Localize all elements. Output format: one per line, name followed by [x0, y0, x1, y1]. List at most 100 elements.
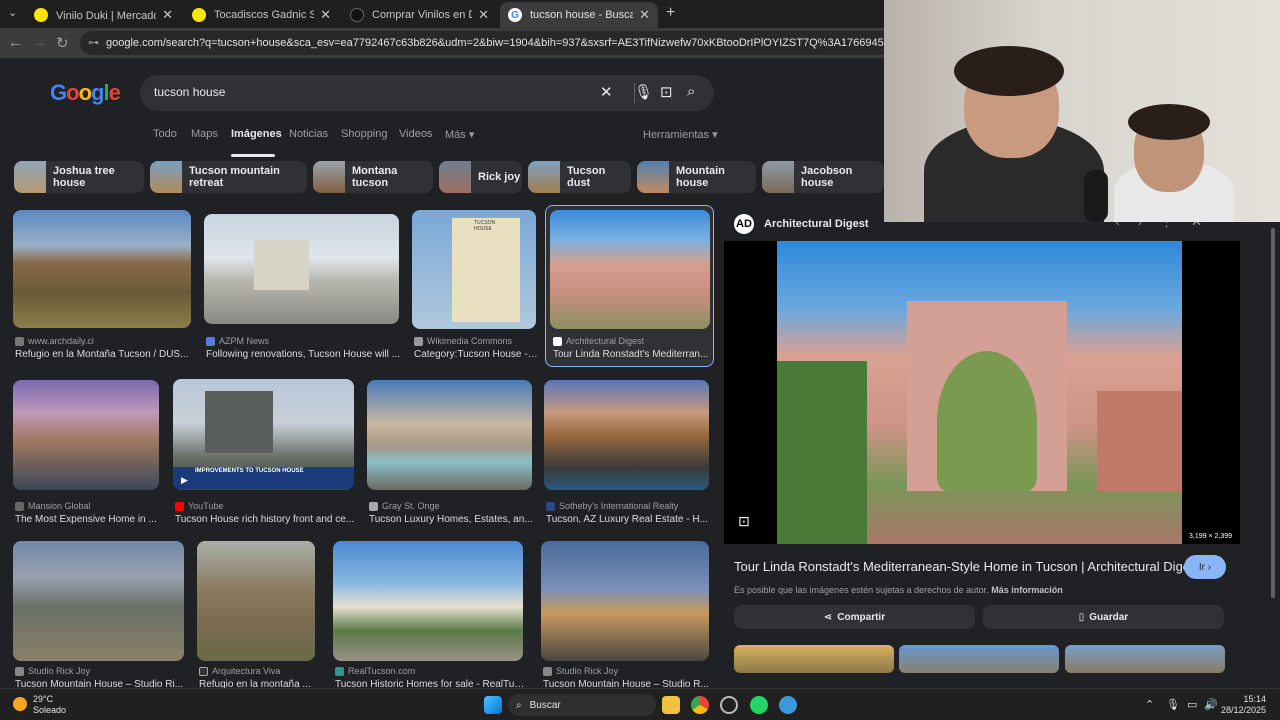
visit-button[interactable]: Ir › [1184, 555, 1226, 579]
image-result[interactable]: Sotheby's International Realty Tucson, A… [544, 380, 710, 528]
image-result[interactable]: Studio Rick Joy Tucson Mountain House – … [13, 541, 184, 688]
person-1-hair [954, 46, 1064, 96]
image-result[interactable]: Gray St. Onge Tucson Luxury Homes, Estat… [367, 380, 534, 528]
result-title[interactable]: Tour Linda Ronstadt's Mediterran... [553, 349, 709, 360]
result-title[interactable]: Category:Tucson House - ... [414, 349, 538, 360]
related-image[interactable] [734, 645, 894, 673]
scrollbar[interactable] [1268, 228, 1278, 688]
chip-tucson-dust[interactable]: Tucson dust [528, 161, 631, 193]
preview-title[interactable]: Tour Linda Ronstadt's Mediterranean-Styl… [734, 559, 1200, 574]
chip-mountain-house[interactable]: Mountain house [637, 161, 756, 193]
microphone-icon[interactable]: 🎙 [634, 83, 653, 101]
result-title[interactable]: Tucson House rich history front and ce..… [175, 514, 355, 525]
tab-title: tucson house - Buscar con Goo [530, 9, 634, 21]
lens-search-icon[interactable]: ⊡ [738, 513, 750, 530]
tab-shopping[interactable]: Shopping [341, 128, 388, 140]
tab-mercadolibre[interactable]: Vinilo Duki | MercadoLibre 📦 ✕ [26, 2, 181, 28]
search-input[interactable]: tucson house [154, 85, 225, 99]
result-source: YouTube [175, 501, 223, 511]
weather-icon[interactable] [13, 697, 27, 711]
search-box[interactable]: tucson house ✕ 🎙 ⊡ ⌕ [140, 75, 714, 111]
result-thumbnail [13, 541, 184, 661]
image-result[interactable]: TUCSON HOUSE Wikimedia Commons Category:… [412, 210, 538, 365]
preview-image-container[interactable]: ⊡ 3,199 × 2,399 [724, 241, 1240, 544]
source-favicon-icon [543, 666, 552, 676]
image-result[interactable]: AZPM News Following renovations, Tucson … [204, 214, 400, 365]
site-info-icon[interactable]: ⊶ [88, 36, 99, 49]
taskbar-search[interactable]: ⌕ Buscar [508, 694, 656, 716]
system-clock[interactable]: 15:14 28/12/2025 [1221, 694, 1266, 716]
network-icon[interactable]: ▭ [1187, 698, 1197, 711]
image-result[interactable]: Arquitectura Viva Refugio en la montaña … [197, 541, 316, 688]
mic-tray-icon[interactable]: 🎙 [1166, 698, 1180, 711]
tab-mas[interactable]: Más ▾ [445, 128, 474, 141]
tab-noticias[interactable]: Noticias [289, 128, 328, 140]
image-result[interactable]: www.archdaily.cl Refugio en la Montaña T… [13, 210, 191, 365]
tray-chevron-icon[interactable]: ⌃ [1145, 698, 1154, 711]
source-favicon-icon [199, 666, 208, 676]
forward-icon[interactable]: → [32, 34, 47, 51]
chrome-icon[interactable] [691, 696, 709, 714]
image-result[interactable]: IMPROVEMENTS TO TUCSON HOUSE ▶ YouTube T… [173, 379, 355, 528]
taskbar-search-label: Buscar [529, 699, 561, 711]
result-title[interactable]: Tucson Historic Homes for sale - RealTuc… [335, 679, 525, 688]
chip-rick-joy[interactable]: Rick joy [439, 161, 522, 193]
tab-todo[interactable]: Todo [153, 128, 177, 140]
clear-icon[interactable]: ✕ [600, 83, 613, 101]
result-title[interactable]: Tucson, AZ Luxury Real Estate - H... [546, 514, 711, 525]
result-title[interactable]: Tucson Mountain House – Studio Ri... [15, 679, 185, 688]
close-tab-icon[interactable]: ✕ [639, 7, 650, 23]
chip-montana-tucson[interactable]: Montana tucson [313, 161, 433, 193]
volume-icon[interactable]: 🔊 [1204, 698, 1218, 711]
more-info-link[interactable]: Más información [991, 585, 1063, 595]
image-result-selected[interactable]: Architectural Digest Tour Linda Ronstadt… [545, 205, 714, 367]
result-title[interactable]: Refugio en la Montaña Tucson / DUS... [15, 349, 191, 360]
reload-icon[interactable]: ↻ [56, 34, 69, 52]
tab-maps[interactable]: Maps [191, 128, 218, 140]
close-tab-icon[interactable]: ✕ [162, 7, 173, 23]
logo-letter: e [108, 80, 121, 105]
back-icon[interactable]: ← [8, 34, 23, 51]
chip-tucson-mountain-retreat[interactable]: Tucson mountain retreat [150, 161, 307, 193]
tab-tocadiscos[interactable]: Tocadiscos Gadnic Soundix7 Re ✕ [184, 2, 339, 28]
play-icon[interactable]: ▶ [181, 475, 188, 486]
share-button[interactable]: ⋖ Compartir [734, 605, 975, 629]
weather-temp: 29°C [33, 694, 54, 704]
windows-start-icon[interactable] [484, 696, 502, 714]
tab-google-search[interactable]: G tucson house - Buscar con Goo ✕ [500, 2, 658, 28]
file-explorer-icon[interactable] [662, 696, 680, 714]
search-icon[interactable]: ⌕ [687, 83, 695, 100]
tab-videos[interactable]: Videos [399, 128, 432, 140]
result-title[interactable]: Refugio en la montaña ... [199, 679, 317, 688]
tab-list-chevron-icon[interactable]: ⌄ [8, 6, 17, 19]
tab-imagenes[interactable]: Imágenes [231, 128, 282, 140]
tools-button[interactable]: Herramientas ▾ [643, 128, 718, 141]
image-result[interactable]: Mansion Global The Most Expensive Home i… [13, 380, 159, 528]
image-result[interactable]: Studio Rick Joy Tucson Mountain House – … [541, 541, 710, 688]
google-logo[interactable]: Google [50, 80, 121, 106]
save-button[interactable]: ▯ Guardar [983, 605, 1224, 629]
tab-comprar-vinilos[interactable]: Comprar Vinilos en Duki ✕ [342, 2, 497, 28]
preview-image[interactable] [777, 241, 1182, 544]
youtube-icon [175, 501, 184, 511]
result-title[interactable]: The Most Expensive Home in ... [15, 514, 161, 525]
related-image[interactable] [1065, 645, 1225, 673]
result-source: Gray St. Onge [369, 501, 440, 511]
browser-icon[interactable] [779, 696, 797, 714]
house-wing [1097, 391, 1182, 491]
new-tab-button[interactable]: + [666, 4, 675, 22]
scrollbar-thumb[interactable] [1271, 228, 1275, 598]
whatsapp-icon[interactable] [750, 696, 768, 714]
chip-joshua-tree-house[interactable]: Joshua tree house [14, 161, 144, 193]
related-image[interactable] [899, 645, 1059, 673]
camera-icon[interactable]: ⊡ [660, 83, 673, 101]
preview-source[interactable]: AD Architectural Digest [734, 214, 869, 234]
image-result[interactable]: RealTucson.com Tucson Historic Homes for… [333, 541, 525, 688]
result-title[interactable]: Tucson Luxury Homes, Estates, an... [369, 514, 534, 525]
result-title[interactable]: Tucson Mountain House – Studio R... [543, 679, 711, 688]
close-tab-icon[interactable]: ✕ [320, 7, 331, 23]
chip-jacobson-house[interactable]: Jacobson house [762, 161, 884, 193]
result-title[interactable]: Following renovations, Tucson House will… [206, 349, 402, 360]
app-icon[interactable] [720, 696, 738, 714]
close-tab-icon[interactable]: ✕ [478, 7, 489, 23]
